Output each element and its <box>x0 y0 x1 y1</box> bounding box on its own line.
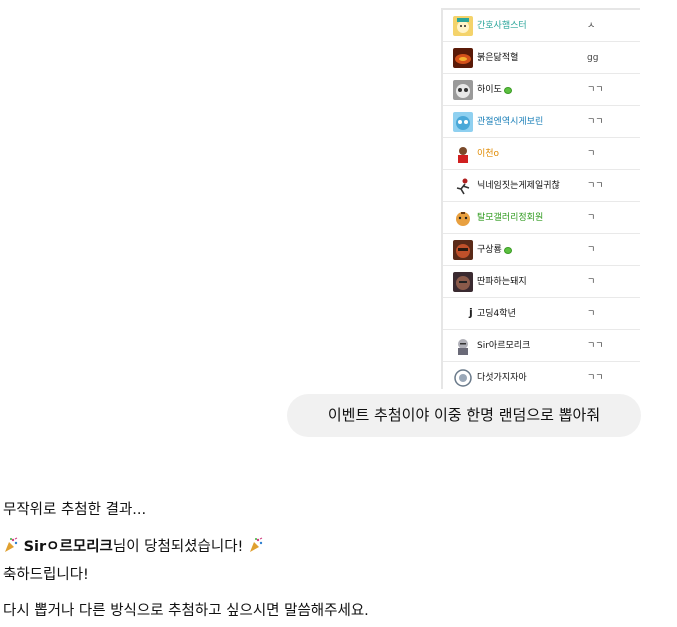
j-prefix: j <box>469 306 473 319</box>
assistant-line-winner: Sirㅇ르모리크님이 당첨되셨습니다! <box>3 537 264 557</box>
player-avatar-icon <box>453 144 473 164</box>
comment-row: 닉네임짓는게제일귀찮 ㄱㄱ <box>443 170 640 202</box>
shared-comment-list-image: 간호사햄스터 ㅅ 붉은닮적혈 gg 하이도 ㄱㄱ 관절엔역시게보린 ㄱㄱ 이천o… <box>441 8 640 389</box>
comment-nickname: 간호사햄스터 <box>477 21 527 31</box>
comment-text: ㅅ <box>587 21 596 31</box>
comment-nickname: 이천o <box>477 149 500 159</box>
comment-text: ㄱ <box>587 149 596 159</box>
comment-text: ㄱ <box>587 213 596 223</box>
comment-text: ㄱㄱ <box>587 117 604 127</box>
assistant-line-congrats: 축하드립니다! <box>3 567 89 583</box>
knight-avatar-icon <box>453 336 473 356</box>
winner-suffix: 님이 당첨되셨습니다! <box>112 539 244 555</box>
tiger-avatar-icon <box>453 208 473 228</box>
comment-row: Sir아르모리크 ㄱㄱ <box>443 330 640 362</box>
comment-nickname: 구상룡 <box>477 243 512 257</box>
face-avatar-icon <box>453 272 473 292</box>
comment-row: 하이도 ㄱㄱ <box>443 74 640 106</box>
comment-text: ㄱ <box>587 245 596 255</box>
comment-nickname: 탈모갤러리정회원 <box>477 213 544 223</box>
assistant-line-followup: 다시 뽑거나 다른 방식으로 추첨하고 싶으시면 말씀해주세요. <box>3 603 369 619</box>
comment-row: 이천o ㄱ <box>443 138 640 170</box>
comment-text: gg <box>587 53 599 63</box>
badge-icon <box>503 246 512 254</box>
runner-avatar-icon <box>453 176 473 196</box>
comment-text: ㄱ <box>587 277 596 287</box>
comment-text: ㄱㄱ <box>587 85 604 95</box>
badge-icon <box>503 86 512 94</box>
comment-text: ㄱ <box>587 309 596 319</box>
assistant-line-intro: 무작위로 추첨한 결과... <box>3 502 147 518</box>
comment-nickname: 다섯가지자아 <box>477 373 527 383</box>
comment-row: 간호사햄스터 ㅅ <box>443 10 640 42</box>
comment-text: ㄱㄱ <box>587 373 604 383</box>
comment-nickname: 붉은닮적혈 <box>477 53 519 63</box>
emblem-avatar-icon <box>453 368 473 388</box>
comment-row: 탈모갤러리정회원 ㄱ <box>443 202 640 234</box>
comment-nickname: 닉네임짓는게제일귀찮 <box>477 181 560 191</box>
fire-avatar-icon <box>453 48 473 68</box>
comment-nickname: 딴파하는돼지 <box>477 277 527 287</box>
comment-row: 다섯가지자아 ㄱㄱ <box>443 362 640 389</box>
comment-row: 관절엔역시게보린 ㄱㄱ <box>443 106 640 138</box>
comment-text: ㄱㄱ <box>587 181 604 191</box>
comment-row: j 고딩4학년 ㄱ <box>443 298 640 330</box>
character-avatar-icon <box>453 112 473 132</box>
comment-nickname: 관절엔역시게보린 <box>477 117 544 127</box>
comment-row: 붉은닮적혈 gg <box>443 42 640 74</box>
party-popper-icon <box>3 537 19 553</box>
comment-nickname: Sir아르모리크 <box>477 341 531 351</box>
party-popper-icon <box>248 537 264 553</box>
comment-text: ㄱㄱ <box>587 341 604 351</box>
user-message-bubble: 이벤트 추첨이야 이중 한명 랜덤으로 뽑아줘 <box>287 394 641 437</box>
comment-row: 딴파하는돼지 ㄱ <box>443 266 640 298</box>
hamster-avatar-icon <box>453 16 473 36</box>
cat-avatar-icon <box>453 80 473 100</box>
comment-row: 구상룡 ㄱ <box>443 234 640 266</box>
warrior-avatar-icon <box>453 240 473 260</box>
comment-nickname: 하이도 <box>477 83 512 97</box>
winner-name: Sirㅇ르모리크 <box>23 539 113 555</box>
comment-nickname: 고딩4학년 <box>477 309 516 319</box>
